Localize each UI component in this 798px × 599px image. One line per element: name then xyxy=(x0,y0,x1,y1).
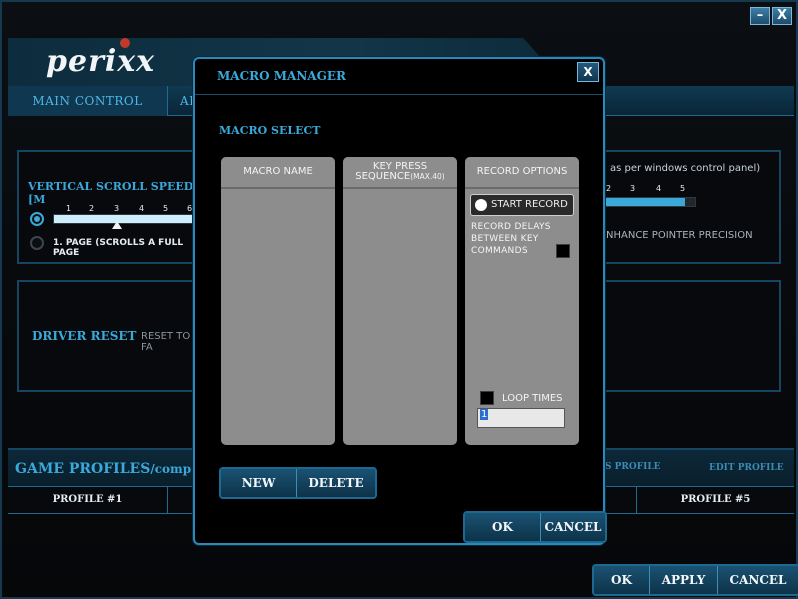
modal-action-buttons: OK CANCEL xyxy=(463,511,607,543)
modal-header: MACRO MANAGER X xyxy=(195,59,603,95)
key-press-header: KEY PRESS SEQUENCE(MAX.40) xyxy=(343,157,457,189)
record-delays-label: RECORD DELAYS BETWEEN KEY COMMANDS xyxy=(471,222,551,256)
record-options-header-label: RECORD OPTIONS xyxy=(476,166,568,177)
macro-name-header: MACRO NAME xyxy=(221,157,335,189)
modal-title: MACRO MANAGER xyxy=(217,69,346,83)
loop-times-input[interactable]: 1 xyxy=(477,408,565,428)
loop-times-checkbox[interactable] xyxy=(480,391,494,405)
record-options-header: RECORD OPTIONS xyxy=(465,157,579,189)
start-record-label: START RECORD xyxy=(491,199,568,210)
loop-times-label: LOOP TIMES xyxy=(502,393,563,404)
start-record-button[interactable]: START RECORD xyxy=(470,194,574,216)
record-delays-checkbox[interactable] xyxy=(556,244,570,258)
loop-times-value: 1 xyxy=(480,409,489,420)
modal-ok-button[interactable]: OK xyxy=(465,513,541,541)
macro-name-header-label: MACRO NAME xyxy=(243,166,313,177)
max-header-label: (MAX.40) xyxy=(410,172,445,181)
modal-close-button[interactable]: X xyxy=(577,62,599,82)
macro-name-list[interactable]: MACRO NAME xyxy=(221,157,335,445)
sequence-header-label: SEQUENCE xyxy=(355,171,411,182)
record-dot-icon xyxy=(475,199,487,211)
macro-manager-dialog: MACRO MANAGER X MACRO SELECT MACRO NAME … xyxy=(193,57,607,545)
modal-cancel-button[interactable]: CANCEL xyxy=(541,513,605,541)
macro-edit-buttons: NEW DELETE xyxy=(219,467,377,499)
new-macro-button[interactable]: NEW xyxy=(221,469,297,497)
modal-overlay: MACRO MANAGER X MACRO SELECT MACRO NAME … xyxy=(0,0,798,599)
macro-select-label: MACRO SELECT xyxy=(219,124,321,137)
record-options-panel: RECORD OPTIONS START RECORD RECORD DELAY… xyxy=(465,157,579,445)
key-press-sequence-list[interactable]: KEY PRESS SEQUENCE(MAX.40) xyxy=(343,157,457,445)
delete-macro-button[interactable]: DELETE xyxy=(297,469,375,497)
